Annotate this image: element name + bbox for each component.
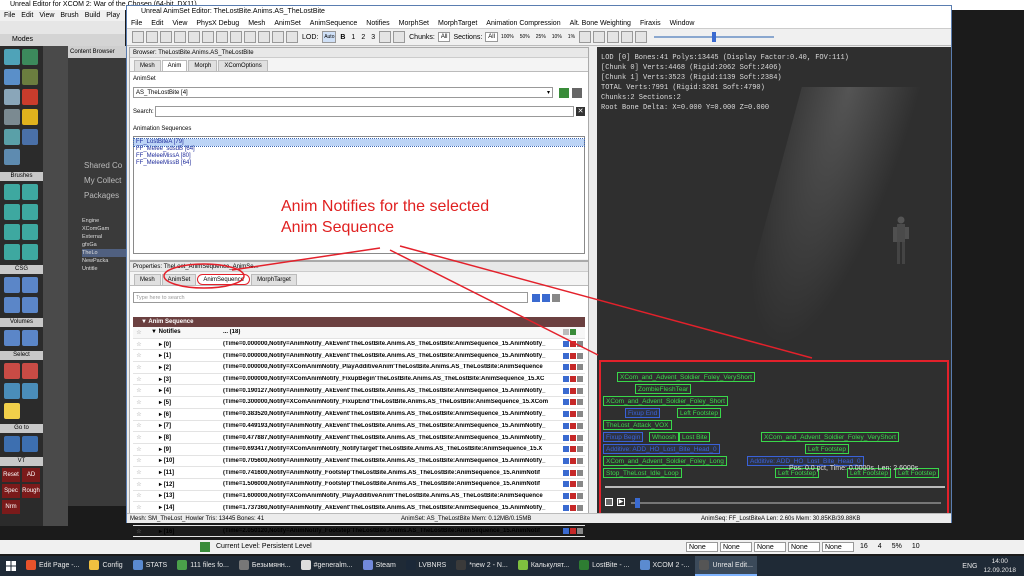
taskbar-item-label: Калькулят...: [530, 561, 570, 569]
annotation-arrow-to-box-2: [399, 245, 813, 359]
clock[interactable]: 14:00 12.09.2018: [983, 557, 1016, 575]
grid-size[interactable]: 16: [860, 540, 868, 554]
taskbar-items: Edit Page -... Config STATS 111 files fo...…: [22, 556, 759, 576]
taskbar-item[interactable]: LVBNRS: [402, 556, 451, 576]
taskbar-item-label: Steam: [375, 561, 396, 569]
annotation-arrow-to-box-1: [389, 249, 599, 356]
app-icon: [132, 560, 143, 570]
app-icon: [26, 560, 36, 570]
taskbar-item[interactable]: Edit Page -...: [22, 556, 83, 576]
level-icon: [200, 542, 210, 552]
taskbar-item-label: #generalm...: [313, 561, 353, 569]
taskbar-item[interactable]: #generalm...: [297, 556, 357, 576]
current-level: Current Level: Persistent Level: [216, 543, 312, 550]
taskbar-item[interactable]: XCOM 2 -...: [636, 556, 694, 576]
app-icon: [300, 560, 311, 570]
taskbar-item[interactable]: Unreal Edit...: [695, 556, 757, 576]
annotation-arrows: [163, 245, 813, 359]
taskbar-item-label: *new 2 - N...: [469, 561, 508, 569]
app-icon: [405, 560, 416, 570]
taskbar-item-label: Edit Page -...: [39, 561, 80, 569]
app-icon: [89, 560, 100, 570]
taskbar-item[interactable]: Steam: [359, 556, 400, 576]
taskbar-item[interactable]: LostBite - ...: [575, 556, 633, 576]
rotation-snap[interactable]: 4: [878, 540, 882, 554]
camera-speed[interactable]: 10: [912, 540, 920, 554]
annotation-arrow-to-tab: [231, 247, 381, 271]
taskbar-item[interactable]: Config: [85, 556, 126, 576]
taskbar-item-label: STATS: [145, 561, 168, 569]
start-button[interactable]: [0, 556, 22, 576]
app-icon: [699, 560, 710, 570]
status-field[interactable]: None: [686, 542, 718, 552]
taskbar-item[interactable]: *new 2 - N...: [452, 556, 512, 576]
status-field[interactable]: None: [822, 542, 854, 552]
taskbar-item[interactable]: STATS: [129, 556, 172, 576]
clock-time: 14:00: [991, 558, 1008, 565]
app-icon: [177, 560, 188, 570]
taskbar-item[interactable]: Безымянн...: [235, 556, 295, 576]
app-icon: [517, 560, 528, 570]
clock-date: 12.09.2018: [983, 567, 1016, 574]
app-icon: [639, 560, 650, 570]
status-field[interactable]: None: [788, 542, 820, 552]
taskbar-item-label: LostBite - ...: [592, 561, 630, 569]
ue-status-bar: Current Level: Persistent Level None Non…: [0, 540, 1024, 554]
app-icon: [238, 560, 249, 570]
taskbar-item[interactable]: 111 files fo...: [173, 556, 233, 576]
app-icon: [456, 560, 467, 570]
status-field[interactable]: None: [720, 542, 752, 552]
taskbar-item-label: LVBNRS: [418, 561, 447, 569]
taskbar-item[interactable]: Калькулят...: [514, 556, 573, 576]
taskbar-item-label: Unreal Edit...: [712, 561, 753, 569]
language-indicator[interactable]: ENG: [962, 563, 977, 570]
status-field[interactable]: None: [754, 542, 786, 552]
taskbar-item-label: Config: [102, 561, 123, 569]
scale-snap[interactable]: 5%: [892, 540, 902, 554]
app-icon: [362, 560, 373, 570]
taskbar-item-label: 111 files fo...: [190, 561, 229, 569]
app-icon: [579, 560, 590, 570]
windows-taskbar: Edit Page -... Config STATS 111 files fo...…: [0, 556, 1024, 576]
taskbar-item-label: Безымянн...: [251, 561, 291, 569]
annotation-circle: [163, 263, 245, 289]
taskbar-item-label: XCOM 2 -...: [652, 561, 690, 569]
